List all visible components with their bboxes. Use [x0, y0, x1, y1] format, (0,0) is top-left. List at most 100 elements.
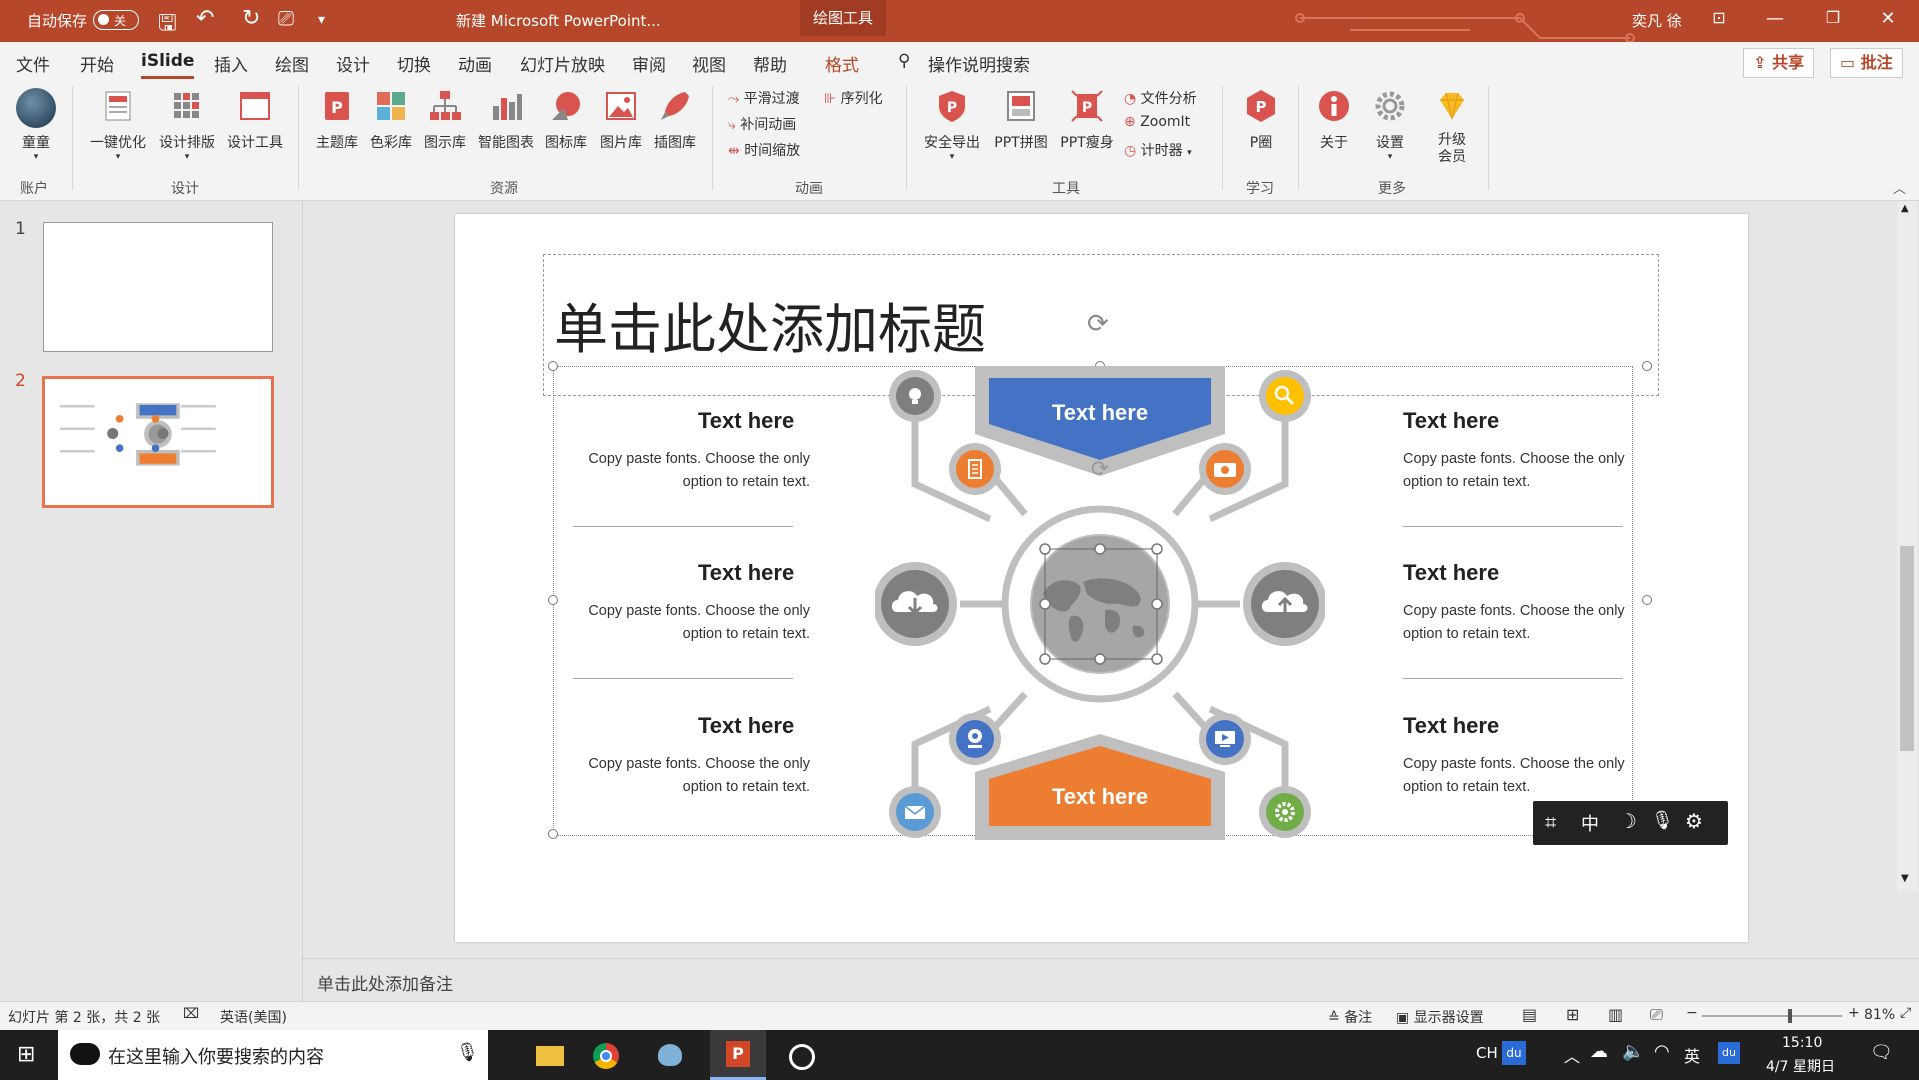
icon-library-button[interactable]: 图标库 [541, 88, 591, 152]
one-click-optimize-button[interactable]: 一键优化 ▾ [86, 88, 150, 162]
tab-transitions[interactable]: 切换 [397, 51, 431, 76]
tell-me-search[interactable]: 操作说明搜索 [928, 51, 1030, 76]
resize-handle[interactable] [548, 829, 558, 839]
left-item-body[interactable]: Copy paste fonts. Choose the only option… [580, 600, 810, 646]
picture-library-button[interactable]: 图片库 [596, 88, 646, 152]
resize-handle[interactable] [1642, 361, 1652, 371]
lightbulb-node[interactable] [889, 370, 941, 422]
sequence-button[interactable]: ⊪ 序列化 [824, 88, 883, 108]
mic-icon[interactable]: 🎙 [456, 1042, 479, 1063]
vertical-scrollbar[interactable]: ▲ ▼ [1897, 201, 1917, 891]
email-node[interactable] [889, 786, 941, 838]
slide-thumbnail-2[interactable] [42, 376, 274, 508]
spellcheck-icon[interactable]: ⌧ [183, 1006, 199, 1022]
monitor-node[interactable] [1199, 713, 1251, 765]
tab-draw[interactable]: 绘图 [275, 51, 309, 76]
start-icon[interactable]: ⊞ [17, 1042, 35, 1067]
normal-view-icon[interactable]: ▤ [1522, 1005, 1537, 1024]
left-item-body[interactable]: Copy paste fonts. Choose the only option… [580, 448, 810, 494]
top-shield-text[interactable]: Text here [1052, 400, 1148, 425]
zhong-button[interactable]: 中 [1581, 810, 1599, 836]
taskbar-search-box[interactable]: 在这里输入你要搜索的内容 🎙 [58, 1030, 488, 1080]
tab-home[interactable]: 开始 [80, 51, 114, 76]
upload-node[interactable] [1243, 562, 1325, 646]
gear-icon[interactable]: ⚙ [1685, 809, 1703, 833]
notification-icon[interactable]: 🗨 [1870, 1042, 1893, 1063]
scroll-thumb[interactable] [1900, 546, 1914, 751]
wifi-icon[interactable]: ◠ [1654, 1041, 1670, 1062]
zoom-slider-thumb[interactable] [1788, 1009, 1792, 1023]
onedrive-icon[interactable]: ☁ [1590, 1041, 1608, 1062]
upgrade-member-button[interactable]: 升级会员 [1428, 88, 1476, 166]
tab-slideshow[interactable]: 幻灯片放映 [520, 51, 605, 76]
clock-time[interactable]: 15:10 [1782, 1035, 1822, 1051]
tab-design[interactable]: 设计 [336, 51, 370, 76]
camera-node[interactable] [1199, 443, 1251, 495]
right-item-title[interactable]: Text here [1403, 408, 1499, 434]
hub-infographic[interactable]: Text here Text here ⟳ [875, 364, 1325, 844]
design-layout-button[interactable]: 设计排版 ▾ [155, 88, 219, 162]
paint-app-icon[interactable] [648, 1036, 692, 1076]
minimize-icon[interactable]: — [1760, 8, 1790, 29]
save-icon[interactable]: 🖫 [158, 6, 177, 44]
autosave-toggle[interactable]: 关 [93, 10, 139, 30]
resize-handle[interactable] [548, 361, 558, 371]
baidu-icon[interactable]: du [1502, 1041, 1526, 1065]
tab-help[interactable]: 帮助 [753, 51, 787, 76]
input-method-ch[interactable]: CH [1476, 1044, 1498, 1062]
restore-icon[interactable]: ❐ [1818, 8, 1848, 27]
theme-library-button[interactable]: P 主题库 [312, 88, 362, 152]
ppt-puzzle-button[interactable]: PPT拼图 [988, 88, 1054, 152]
tab-islide[interactable]: iSlide [141, 51, 195, 79]
about-button[interactable]: 关于 [1312, 88, 1356, 152]
notes-placeholder[interactable]: 单击此处添加备注 [317, 970, 453, 995]
powerpoint-taskbar-icon[interactable]: P [710, 1030, 766, 1080]
smart-chart-button[interactable]: 智能图表 [474, 88, 538, 152]
volume-icon[interactable]: 🔈 [1622, 1041, 1644, 1062]
scroll-up-icon[interactable]: ▲ [1901, 203, 1909, 214]
language-indicator[interactable]: 英语(美国) [220, 1007, 287, 1027]
right-item-body[interactable]: Copy paste fonts. Choose the only option… [1403, 600, 1633, 646]
file-explorer-icon[interactable] [528, 1036, 572, 1076]
document-node[interactable] [949, 443, 1001, 495]
zoom-out-icon[interactable]: − [1686, 1005, 1698, 1021]
smooth-transition-button[interactable]: ⤳ 平滑过渡 [728, 88, 800, 108]
left-item-body[interactable]: Copy paste fonts. Choose the only option… [580, 753, 810, 799]
moon-icon[interactable]: ☽ [1619, 809, 1637, 833]
right-item-title[interactable]: Text here [1403, 560, 1499, 586]
tab-insert[interactable]: 插入 [214, 51, 248, 76]
present-icon[interactable]: ⎚ [278, 6, 294, 30]
zoom-slider[interactable] [1702, 1009, 1842, 1023]
clock-date[interactable]: 4/7 星期日 [1766, 1056, 1835, 1076]
ribbon-display-icon[interactable]: ⊡ [1704, 8, 1734, 27]
close-icon[interactable]: ✕ [1873, 8, 1903, 29]
tween-animation-button[interactable]: ⤷ 补间动画 [728, 114, 796, 134]
search-icon[interactable]: ⚲ [898, 51, 910, 71]
file-analysis-button[interactable]: ◔ 文件分析 [1124, 88, 1197, 108]
customize-qat-icon[interactable]: ▾ [318, 12, 325, 28]
scroll-down-icon[interactable]: ▼ [1901, 873, 1909, 884]
slide-thumbnail-1[interactable] [43, 222, 273, 352]
zoom-in-icon[interactable]: + [1848, 1005, 1860, 1021]
show-hidden-icons[interactable]: ︿ [1564, 1043, 1580, 1067]
slide-canvas[interactable]: 单击此处添加标题 ⟳ Text here Copy paste fonts. C… [455, 214, 1748, 942]
fit-to-window-icon[interactable]: ⤢ [1900, 1005, 1911, 1021]
right-item-body[interactable]: Copy paste fonts. Choose the only option… [1403, 448, 1633, 494]
display-settings-button[interactable]: ▣ 显示器设置 [1396, 1007, 1484, 1027]
right-item-body[interactable]: Copy paste fonts. Choose the only option… [1403, 753, 1633, 799]
tab-view[interactable]: 视图 [692, 51, 726, 76]
notes-button[interactable]: ≙ 备注 [1328, 1007, 1372, 1027]
zoomit-button[interactable]: ⊕ ZoomIt [1124, 114, 1190, 130]
left-item-title[interactable]: Text here [698, 408, 794, 434]
design-tools-button[interactable]: 设计工具 [223, 88, 287, 152]
ppt-slim-button[interactable]: P PPT瘦身 [1056, 88, 1118, 152]
baidu-tray-icon[interactable]: du [1718, 1042, 1740, 1064]
settings-button[interactable]: 设置 ▾ [1368, 88, 1412, 162]
zoom-level[interactable]: 81% [1864, 1007, 1895, 1023]
account-button[interactable]: 童童 ▾ [14, 88, 58, 162]
left-item-title[interactable]: Text here [698, 560, 794, 586]
right-item-title[interactable]: Text here [1403, 713, 1499, 739]
input-mode-en[interactable]: 英 [1684, 1043, 1700, 1067]
safe-export-button[interactable]: P 安全导出 ▾ [920, 88, 984, 162]
rotate-handle-icon[interactable]: ⟳ [1087, 309, 1109, 339]
